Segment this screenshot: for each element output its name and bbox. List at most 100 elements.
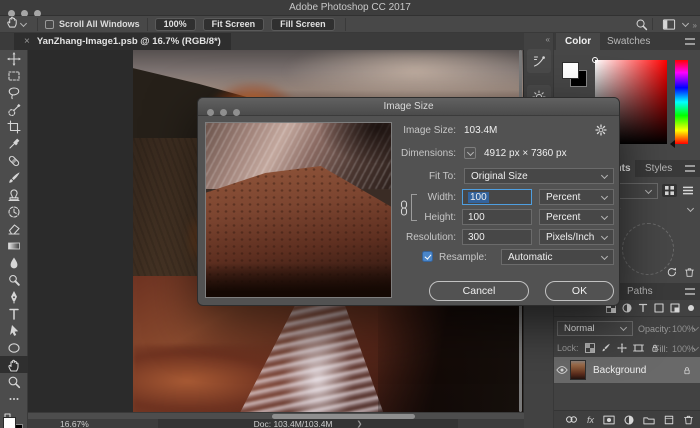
tab-swatches[interactable]: Swatches (598, 33, 659, 50)
add-layer-mask-icon[interactable] (603, 415, 615, 425)
dimensions-chevron-icon[interactable] (464, 147, 476, 159)
type-tool[interactable] (0, 305, 28, 322)
title-bar: Adobe Photoshop CC 2017 (0, 0, 700, 16)
blend-mode-dropdown[interactable]: Normal (557, 321, 633, 336)
dialog-zoom-icon[interactable] (233, 109, 240, 116)
height-input[interactable]: 100 (462, 209, 532, 225)
brush-settings-panel-icon[interactable] (527, 49, 551, 73)
cancel-button[interactable]: Cancel (429, 281, 529, 301)
brush-tool[interactable] (0, 169, 28, 186)
layer-row-background[interactable]: Background (554, 357, 700, 383)
hue-ramp[interactable] (675, 60, 688, 144)
color-cursor[interactable] (592, 57, 598, 63)
foreground-color-swatch[interactable] (3, 417, 16, 428)
layer-lock-icon (682, 365, 692, 376)
dimensions-label: Dimensions: (346, 148, 456, 159)
lasso-tool[interactable] (0, 84, 28, 101)
filter-adjustment-layers-icon[interactable] (622, 303, 632, 313)
edit-toolbar-icon[interactable] (0, 390, 28, 407)
crop-tool[interactable] (0, 118, 28, 135)
tab-paths[interactable]: Paths (618, 283, 662, 300)
panel-menu-icon[interactable] (685, 288, 695, 295)
filter-shape-layers-icon[interactable] (654, 303, 664, 313)
delete-icon[interactable] (684, 265, 695, 283)
zoom-tool[interactable] (0, 373, 28, 390)
new-adjustment-layer-icon[interactable] (624, 415, 634, 425)
resolution-input[interactable]: 300 (462, 229, 532, 245)
status-chevron-icon[interactable]: ❯ (357, 420, 363, 428)
hand-tool[interactable] (0, 356, 28, 373)
pen-tool[interactable] (0, 288, 28, 305)
dodge-tool[interactable] (0, 271, 28, 288)
lock-transparency-icon[interactable] (585, 343, 595, 353)
scroll-all-windows-checkbox[interactable] (45, 20, 54, 29)
dialog-minimize-icon[interactable] (220, 109, 227, 116)
collapse-dock-icon[interactable]: « (546, 35, 549, 44)
blur-tool[interactable] (0, 254, 28, 271)
new-layer-icon[interactable] (664, 415, 674, 425)
scroll-all-windows-label: Scroll All Windows (59, 19, 140, 29)
document-info[interactable]: Doc: 103.4M/103.4M ❯ (158, 419, 458, 428)
move-tool[interactable] (0, 50, 28, 67)
grid-view-icon[interactable] (662, 184, 677, 197)
fit-to-dropdown[interactable]: Original Size (464, 168, 614, 184)
layer-thumbnail[interactable] (570, 360, 586, 380)
clone-stamp-tool[interactable] (0, 186, 28, 203)
resample-checkbox[interactable] (422, 251, 433, 262)
close-tab-icon[interactable]: × (24, 36, 30, 47)
cloud-sync-icon[interactable] (666, 265, 678, 283)
resolution-unit-dropdown[interactable]: Pixels/Inch (539, 229, 614, 245)
width-unit-dropdown[interactable]: Percent (539, 189, 614, 205)
zoom-100-button[interactable]: 100% (155, 18, 196, 31)
dialog-options-gear-icon[interactable] (595, 123, 607, 141)
filter-type-layers-icon[interactable] (638, 303, 648, 313)
dialog-close-icon[interactable] (207, 109, 214, 116)
layer-visibility-eye-icon[interactable] (554, 365, 570, 375)
zoom-level[interactable]: 16.67% (60, 419, 89, 428)
new-group-icon[interactable] (643, 415, 655, 425)
document-tab[interactable]: × YanZhang-Image1.psb @ 16.7% (RGB/8*) (14, 33, 231, 50)
filter-smart-object-icon[interactable] (670, 303, 680, 313)
fill-value[interactable]: 100% (672, 344, 695, 354)
path-selection-tool[interactable] (0, 322, 28, 339)
collapse-panels-icon[interactable]: » (693, 21, 696, 30)
link-layers-icon[interactable] (565, 415, 578, 424)
lock-position-icon[interactable] (617, 343, 627, 353)
tab-styles[interactable]: Styles (636, 160, 681, 177)
tab-color[interactable]: Color (556, 33, 600, 50)
panel-menu-icon[interactable] (685, 165, 695, 172)
workspace-chevron-icon[interactable] (682, 20, 689, 27)
layers-action-bar: fx (554, 410, 700, 428)
fit-screen-button[interactable]: Fit Screen (203, 18, 265, 31)
dialog-traffic-lights[interactable] (207, 103, 246, 121)
dialog-title: Image Size (198, 98, 619, 115)
gradient-tool[interactable] (0, 237, 28, 254)
eyedropper-tool[interactable] (0, 135, 28, 152)
spot-healing-brush-tool[interactable] (0, 152, 28, 169)
status-bar: 16.67% Doc: 103.4M/103.4M ❯ (28, 419, 524, 428)
fill-screen-button[interactable]: Fill Screen (271, 18, 335, 31)
ellipse-shape-tool[interactable] (0, 339, 28, 356)
dialog-header[interactable]: Image Size (198, 98, 619, 116)
filter-toggle-icon[interactable] (686, 303, 696, 313)
library-chevron-icon[interactable] (687, 205, 694, 212)
panel-menu-icon[interactable] (685, 38, 695, 45)
tool-preset-chevron-icon[interactable] (20, 19, 27, 26)
lock-image-icon[interactable] (601, 343, 611, 353)
history-brush-tool[interactable] (0, 203, 28, 220)
eraser-tool[interactable] (0, 220, 28, 237)
delete-layer-icon[interactable] (683, 414, 694, 425)
hand-tool-options-icon[interactable] (6, 15, 19, 33)
marquee-tool[interactable] (0, 67, 28, 84)
list-view-icon[interactable] (680, 184, 695, 197)
ok-button[interactable]: OK (545, 281, 614, 301)
height-unit-dropdown[interactable]: Percent (539, 209, 614, 225)
layer-styles-fx-icon[interactable]: fx (587, 415, 594, 425)
quick-selection-tool[interactable] (0, 101, 28, 118)
layer-name[interactable]: Background (593, 365, 646, 376)
resample-dropdown[interactable]: Automatic (501, 249, 614, 265)
width-input[interactable]: 100 (462, 189, 532, 205)
foreground-color-chip[interactable] (562, 62, 579, 79)
opacity-value[interactable]: 100% (672, 324, 695, 334)
lock-artboard-icon[interactable] (633, 343, 644, 353)
